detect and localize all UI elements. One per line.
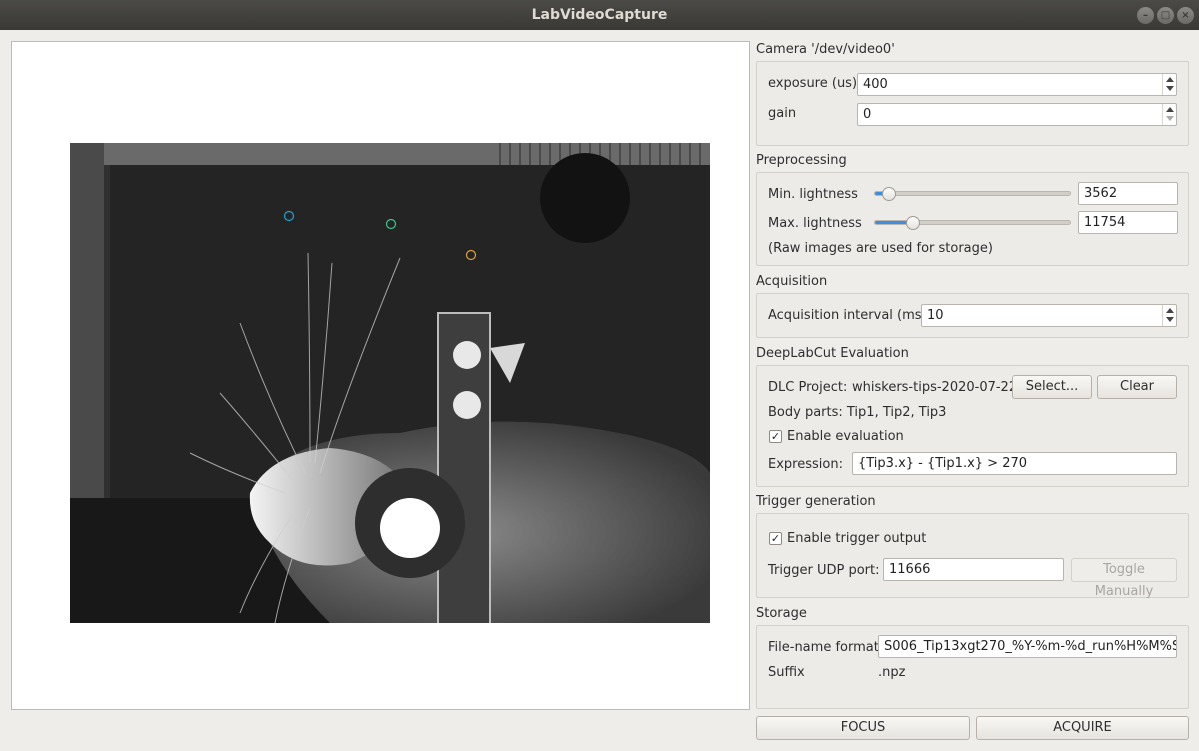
acquisition-group-title: Acquisition (756, 274, 828, 289)
toggle-manually-button[interactable]: Toggle Manually (1071, 558, 1177, 599)
min-lightness-slider-handle[interactable] (882, 187, 896, 201)
camera-group-title: Camera '/dev/video0' (756, 42, 895, 57)
maximize-icon[interactable]: □ (1157, 7, 1174, 24)
acquisition-interval-spinbox[interactable]: 10 (921, 304, 1177, 327)
max-lightness-label: Max. lightness (768, 216, 862, 231)
dlc-group-title: DeepLabCut Evaluation (756, 346, 909, 361)
filename-format-label: File-name format (768, 640, 879, 655)
min-lightness-label: Min. lightness (768, 187, 858, 202)
acquisition-interval-label: Acquisition interval (ms) (768, 308, 927, 323)
enable-evaluation-label[interactable]: Enable evaluation (787, 429, 904, 444)
trigger-port-label: Trigger UDP port: (768, 563, 880, 578)
dlc-project-value: whiskers-tips-2020-07-22 (852, 380, 1018, 395)
acquisition-interval-value: 10 (927, 308, 944, 323)
expression-input[interactable]: {Tip3.x} - {Tip1.x} > 270 (852, 452, 1177, 475)
max-lightness-slider-handle[interactable] (906, 216, 920, 230)
suffix-label: Suffix (768, 665, 805, 680)
filename-format-input[interactable]: S006_Tip13xgt270_%Y-%m-%d_run%H%M%S (878, 635, 1177, 658)
acquisition-interval-spin-arrows[interactable] (1162, 305, 1176, 326)
suffix-value: .npz (878, 665, 906, 680)
close-icon[interactable]: × (1177, 7, 1194, 24)
gain-spin-arrows[interactable] (1162, 104, 1176, 125)
raw-images-note: (Raw images are used for storage) (768, 241, 993, 256)
camera-frame-svg (70, 143, 710, 623)
trigger-port-input[interactable]: 11666 (883, 558, 1064, 581)
exposure-value: 400 (863, 77, 888, 92)
dlc-body-parts: Body parts: Tip1, Tip2, Tip3 (768, 405, 947, 420)
min-lightness-slider[interactable] (874, 191, 1071, 196)
dlc-clear-button[interactable]: Clear (1097, 375, 1177, 399)
title-bar: LabVideoCapture – □ × (0, 0, 1199, 30)
camera-frame-image (70, 143, 710, 623)
window-title: LabVideoCapture (531, 7, 668, 23)
expression-label: Expression: (768, 457, 843, 472)
acquire-button[interactable]: ACQUIRE (976, 716, 1189, 740)
gain-value: 0 (863, 107, 872, 122)
exposure-spin-arrows[interactable] (1162, 74, 1176, 95)
exposure-label: exposure (us) (768, 76, 858, 91)
camera-group: exposure (us) 400 gain 0 (756, 61, 1189, 146)
image-view (11, 41, 750, 710)
enable-trigger-label[interactable]: Enable trigger output (787, 531, 926, 546)
max-lightness-slider[interactable] (874, 220, 1071, 225)
storage-group: File-name format S006_Tip13xgt270_%Y-%m-… (756, 625, 1189, 709)
acquisition-group: Acquisition interval (ms) 10 (756, 293, 1189, 338)
exposure-spinbox[interactable]: 400 (857, 73, 1177, 96)
enable-evaluation-checkbox[interactable]: ✓ (769, 430, 782, 443)
max-lightness-slider-fill (875, 221, 910, 224)
gain-label: gain (768, 106, 797, 121)
focus-button[interactable]: FOCUS (756, 716, 970, 740)
dlc-project-label: DLC Project: (768, 380, 848, 395)
storage-group-title: Storage (756, 606, 807, 621)
minimize-icon[interactable]: – (1137, 7, 1154, 24)
trigger-group-title: Trigger generation (756, 494, 876, 509)
min-lightness-input[interactable]: 3562 (1078, 182, 1178, 205)
preprocessing-group: Min. lightness 3562 Max. lightness 11754… (756, 172, 1189, 266)
enable-trigger-checkbox[interactable]: ✓ (769, 532, 782, 545)
preprocessing-group-title: Preprocessing (756, 153, 847, 168)
gain-spinbox[interactable]: 0 (857, 103, 1177, 126)
max-lightness-input[interactable]: 11754 (1078, 211, 1178, 234)
dlc-group: DLC Project: whiskers-tips-2020-07-22 Se… (756, 365, 1189, 487)
dlc-select-button[interactable]: Select... (1012, 375, 1092, 399)
trigger-group: ✓ Enable trigger output Trigger UDP port… (756, 513, 1189, 599)
